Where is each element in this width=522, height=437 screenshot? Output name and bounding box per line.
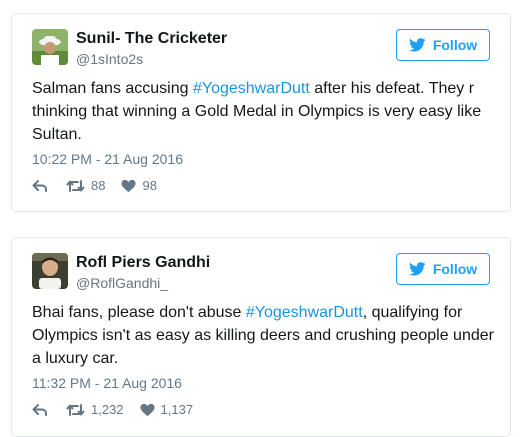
timestamp[interactable]: 11:32 PM - 21 Aug 2016 — [32, 375, 182, 391]
heart-icon — [140, 403, 155, 417]
hashtag-link[interactable]: #YogeshwarDutt — [193, 80, 310, 97]
hashtag-link[interactable]: #YogeshwarDutt — [246, 304, 363, 321]
tweet-actions: 88 98 — [32, 178, 157, 193]
tweet-card: Rofl Piers Gandhi @RoflGandhi_ Follow Bh… — [11, 237, 511, 437]
twitter-bird-icon — [408, 262, 426, 276]
follow-label: Follow — [432, 261, 478, 277]
heart-icon — [121, 179, 136, 193]
avatar[interactable] — [32, 253, 68, 289]
follow-button[interactable]: Follow — [396, 253, 490, 285]
retweet-icon — [66, 403, 85, 417]
retweet-count: 1,232 — [91, 402, 124, 417]
avatar[interactable] — [32, 29, 68, 65]
tweet-text: Bhai fans, please don't abuse #Yogeshwar… — [32, 304, 494, 367]
like-button[interactable]: 1,137 — [140, 402, 194, 417]
display-name[interactable]: Rofl Piers Gandhi — [76, 254, 210, 272]
timestamp[interactable]: 10:22 PM - 21 Aug 2016 — [32, 151, 183, 167]
retweet-button[interactable]: 1,232 — [66, 402, 124, 417]
retweet-icon — [66, 179, 85, 193]
tweet-text: Salman fans accusing #YogeshwarDutt afte… — [32, 80, 482, 143]
follow-button[interactable]: Follow — [396, 29, 490, 61]
like-button[interactable]: 98 — [121, 178, 157, 193]
retweet-count: 88 — [91, 178, 106, 193]
user-handle[interactable]: @RoflGandhi_ — [76, 275, 168, 291]
twitter-bird-icon — [408, 38, 426, 52]
reply-button[interactable] — [32, 403, 66, 417]
reply-button[interactable] — [32, 179, 66, 193]
follow-label: Follow — [432, 37, 478, 53]
retweet-button[interactable]: 88 — [66, 178, 105, 193]
tweet-actions: 1,232 1,137 — [32, 402, 193, 417]
reply-icon — [32, 179, 48, 193]
like-count: 1,137 — [160, 402, 194, 417]
user-handle[interactable]: @1sInto2s — [76, 51, 143, 67]
reply-icon — [32, 403, 48, 417]
like-count: 98 — [142, 178, 157, 193]
display-name[interactable]: Sunil- The Cricketer — [76, 30, 227, 48]
tweet-card: Sunil- The Cricketer @1sInto2s Follow Sa… — [11, 13, 511, 212]
